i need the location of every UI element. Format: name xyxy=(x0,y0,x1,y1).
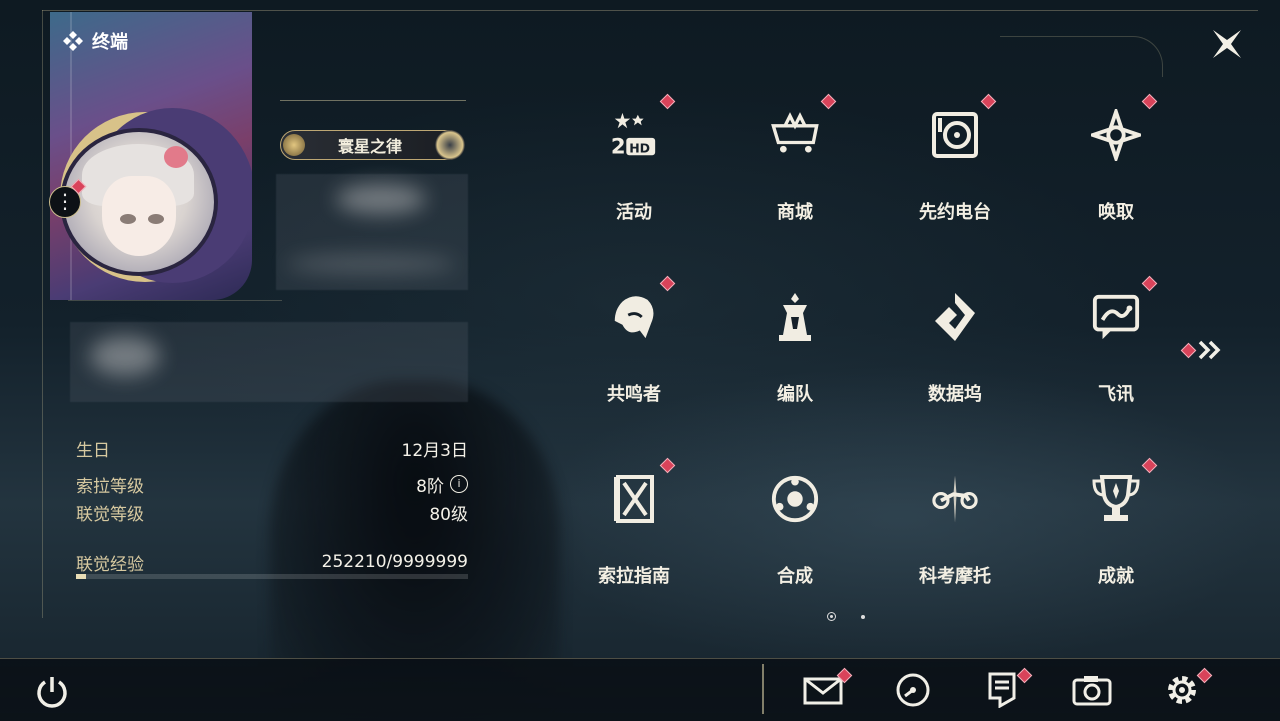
guide-book-icon xyxy=(609,474,659,524)
resonator-icon xyxy=(609,292,659,342)
close-icon[interactable] xyxy=(1205,22,1249,66)
menu-item-label: 编队 xyxy=(777,384,813,405)
menu-item-label: 商城 xyxy=(777,202,813,223)
trophy-icon xyxy=(1091,474,1141,524)
clock-icon[interactable] xyxy=(892,670,934,710)
sun-emblem-icon xyxy=(283,134,305,156)
next-page-icon[interactable] xyxy=(1184,338,1234,362)
menu-item-motorcycle[interactable]: 科考摩托 xyxy=(895,462,1015,612)
menu-item-label: 共鸣者 xyxy=(607,384,661,405)
menu-item-label: 先约电台 xyxy=(919,202,991,223)
menu-item-achievements[interactable]: 成就 xyxy=(1056,457,1176,612)
stat-sol-level: 索拉等级 8阶 i xyxy=(76,472,468,497)
menu-item-event[interactable]: 2 HD 活动 xyxy=(574,93,694,248)
menu-item-resonator[interactable]: 共鸣者 xyxy=(574,275,694,430)
title-badge-label: 寰星之律 xyxy=(337,137,402,156)
team-chess-icon xyxy=(770,292,820,342)
menu-item-synthesis[interactable]: 合成 xyxy=(735,462,855,612)
power-icon[interactable] xyxy=(34,674,70,710)
diamond-cluster-icon xyxy=(62,30,84,52)
divider xyxy=(762,664,764,714)
svg-text:HD: HD xyxy=(629,140,650,155)
radio-icon xyxy=(930,110,980,160)
menu-item-team[interactable]: 编队 xyxy=(735,280,855,430)
synthesis-icon xyxy=(770,474,820,524)
frame-line-left xyxy=(42,10,43,618)
menu-item-convene[interactable]: 唤取 xyxy=(1056,93,1176,248)
stat-union-level: 联觉等级 80级 xyxy=(76,504,468,525)
shop-cart-icon xyxy=(770,110,820,160)
svg-text:2: 2 xyxy=(611,133,626,158)
data-bank-icon xyxy=(930,292,980,342)
menu-item-label: 飞讯 xyxy=(1098,384,1134,405)
page-dot-active[interactable] xyxy=(827,612,836,621)
blurred-signature-area xyxy=(70,322,468,402)
menu-item-label: 成就 xyxy=(1098,566,1134,587)
page-title: 终端 xyxy=(92,32,128,53)
frame-line-top xyxy=(42,10,1258,11)
menu-item-label: 索拉指南 xyxy=(598,566,670,587)
stat-birthday: 生日 12月3日 xyxy=(76,440,468,461)
page-dot[interactable] xyxy=(861,615,865,619)
message-icon xyxy=(1091,292,1141,342)
exp-progress-bar xyxy=(76,574,468,579)
menu-item-data-bank[interactable]: 数据坞 xyxy=(895,280,1015,430)
menu-item-shop[interactable]: 商城 xyxy=(735,93,855,248)
menu-item-label: 科考摩托 xyxy=(919,566,991,587)
menu-item-radio[interactable]: 先约电台 xyxy=(895,93,1015,248)
avatar[interactable] xyxy=(60,128,218,276)
menu-item-label: 合成 xyxy=(777,566,813,587)
terminal-title: 终端 xyxy=(62,28,128,54)
divider xyxy=(68,300,282,301)
blurred-name-area xyxy=(276,174,468,290)
convene-icon xyxy=(1091,109,1141,161)
camera-icon[interactable] xyxy=(1071,670,1113,710)
menu-item-label: 唤取 xyxy=(1098,202,1134,223)
menu-item-label: 活动 xyxy=(616,202,652,223)
menu-item-label: 数据坞 xyxy=(928,384,982,405)
menu-item-messages[interactable]: 飞讯 xyxy=(1056,275,1176,430)
title-badge[interactable]: 寰星之律 xyxy=(280,130,465,160)
motorcycle-icon xyxy=(930,474,980,524)
frame-curve xyxy=(1000,36,1163,77)
ring-emblem-icon xyxy=(435,130,465,160)
info-icon[interactable]: i xyxy=(450,475,468,493)
divider xyxy=(280,100,466,101)
menu-item-guide[interactable]: 索拉指南 xyxy=(574,457,694,612)
stat-union-exp: 联觉经验 252210/9999999 xyxy=(76,552,468,575)
sol-level-value: 8阶 xyxy=(416,476,444,497)
event-2hd-icon: 2 HD xyxy=(609,110,659,160)
